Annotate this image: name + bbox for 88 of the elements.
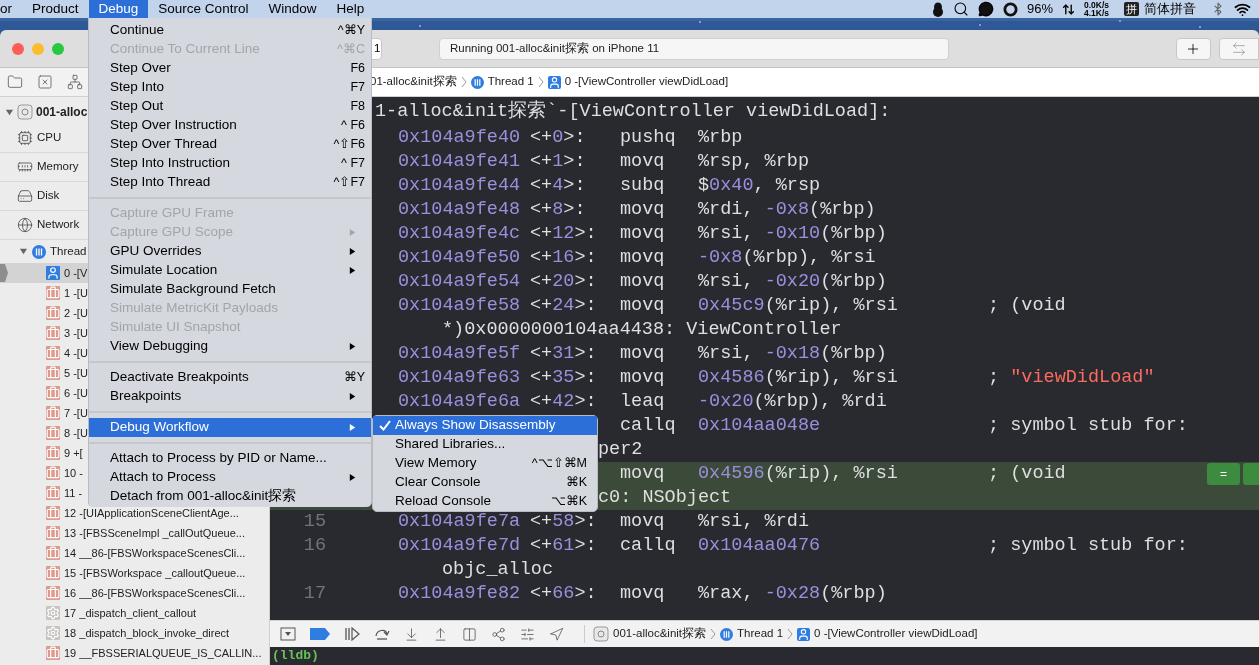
- shortcut-label: ⌘Y: [343, 369, 365, 387]
- instruction-continuation: c0: NSObject: [598, 488, 732, 508]
- instruction-offset: <+66>:: [530, 584, 598, 604]
- instruction-operands: %rdi, -0x8(%rbp): [698, 200, 877, 220]
- instruction-operands: 0x104aa0476: [698, 536, 822, 556]
- instruction-offset: <+42>:: [530, 392, 598, 412]
- instruction-address: 0x104a9fe7a: [397, 512, 522, 532]
- instruction-continuation: per2: [598, 440, 643, 460]
- instruction-operands: -0x8(%rbp), %rsi: [698, 248, 877, 268]
- shortcut-label: F8: [350, 98, 365, 116]
- instruction-offset: <+16>:: [530, 248, 598, 268]
- instruction-opcode: callq: [620, 416, 677, 436]
- instruction-continuation: objc_alloc: [442, 560, 554, 580]
- instruction-operands: %rsi, -0x10(%rbp): [698, 224, 888, 244]
- shortcut-label: ^ F7: [341, 155, 365, 173]
- instruction-operands: %rsp, %rbp: [698, 152, 811, 172]
- instruction-comment: ; (void: [988, 296, 1066, 316]
- instruction-opcode: movq: [620, 152, 666, 172]
- instruction-address: 0x104a9fe40: [397, 128, 522, 148]
- instruction-operands: %rsi, %rdi: [698, 512, 811, 532]
- instruction-address: 0x104a9fe50: [397, 248, 522, 268]
- instruction-comment: ; "viewDidLoad": [988, 368, 1155, 388]
- instruction-operands: %rsi, -0x20(%rbp): [698, 272, 888, 292]
- instruction-opcode: pushq: [620, 128, 677, 148]
- instruction-offset: <+20>:: [530, 272, 598, 292]
- instruction-opcode: movq: [620, 512, 666, 532]
- instruction-comment: ; symbol stub for:: [988, 536, 1188, 556]
- instruction-operands: %rbp: [698, 128, 744, 148]
- instruction-operands: -0x20(%rbp), %rdi: [698, 392, 888, 412]
- shortcut-label: F7: [350, 79, 365, 97]
- instruction-offset: <+35>:: [530, 368, 598, 388]
- download-speed: 4.1K/s: [1083, 9, 1109, 17]
- instruction-address: 0x104a9fe7d: [397, 536, 522, 556]
- instruction-offset: <+0>:: [530, 128, 587, 148]
- shortcut-label: ^⇧F7: [333, 174, 365, 192]
- line-number: 16: [302, 536, 327, 556]
- line-number: 15: [302, 512, 327, 532]
- instruction-opcode: movq: [620, 296, 666, 316]
- instruction-opcode: movq: [620, 248, 666, 268]
- instruction-operands: %rax, -0x28(%rbp): [698, 584, 888, 604]
- instruction-operands: 0x45c9(%rip), %rsi: [698, 296, 899, 316]
- instruction-opcode: movq: [620, 344, 666, 364]
- shortcut-label: ⌘K: [565, 474, 587, 492]
- instruction-opcode: movq: [620, 224, 666, 244]
- instruction-operands: 0x4596(%rip), %rsi: [698, 464, 899, 484]
- instruction-comment: ; symbol stub for:: [988, 416, 1188, 436]
- instruction-opcode: movq: [620, 200, 666, 220]
- instruction-offset: <+31>:: [530, 344, 598, 364]
- instruction-offset: <+8>:: [530, 200, 587, 220]
- instruction-offset: <+12>:: [530, 224, 598, 244]
- shortcut-label: F6: [350, 60, 365, 78]
- instruction-opcode: subq: [620, 176, 666, 196]
- instruction-offset: <+61>:: [530, 536, 598, 556]
- instruction-operands: %rsi, -0x18(%rbp): [698, 344, 888, 364]
- instruction-address: 0x104a9fe63: [397, 368, 522, 388]
- instruction-address: 0x104a9fe54: [397, 272, 522, 292]
- instruction-offset: <+58>:: [530, 512, 598, 532]
- shortcut-label: ^⌘Y: [337, 22, 365, 40]
- instruction-operands: 0x104aa048e: [698, 416, 822, 436]
- instruction-continuation: *)0x0000000104aa4438: ViewController: [442, 320, 842, 340]
- instruction-address: 0x104a9fe5f: [397, 344, 522, 364]
- instruction-address: 0x104a9fe4c: [397, 224, 522, 244]
- function-header: 1-alloc&init探索`-[ViewController viewDidLoad]:: [375, 102, 891, 122]
- instruction-address: 0x104a9fe41: [397, 152, 522, 172]
- instruction-opcode: leaq: [620, 392, 666, 412]
- instruction-offset: <+4>:: [530, 176, 587, 196]
- shortcut-label: ⌥⌘K: [550, 493, 587, 511]
- activity-status-field: Running 001-alloc&init探索 on iPhone 11: [438, 37, 949, 60]
- instruction-opcode: movq: [620, 272, 666, 292]
- shortcut-label: ^⇧F6: [333, 136, 365, 154]
- instruction-offset: <+1>:: [530, 152, 587, 172]
- instruction-comment: ; (void: [988, 464, 1066, 484]
- instruction-offset: <+24>:: [530, 296, 598, 316]
- instruction-opcode: callq: [620, 536, 677, 556]
- instruction-address: 0x104a9fe44: [397, 176, 522, 196]
- instruction-operands: 0x4586(%rip), %rsi: [698, 368, 899, 388]
- shortcut-label: ^ F6: [341, 117, 365, 135]
- instruction-opcode: movq: [620, 584, 666, 604]
- instruction-address: 0x104a9fe6a: [397, 392, 522, 412]
- line-number: 17: [302, 584, 327, 604]
- instruction-operands: $0x40, %rsp: [698, 176, 822, 196]
- instruction-address: 0x104a9fe82: [397, 584, 522, 604]
- instruction-address: 0x104a9fe58: [397, 296, 522, 316]
- instruction-opcode: movq: [620, 368, 666, 388]
- instruction-opcode: movq: [620, 464, 666, 484]
- instruction-address: 0x104a9fe48: [397, 200, 522, 220]
- shortcut-label: ^⌥⇧⌘M: [531, 455, 587, 473]
- upload-speed: 0.0K/s: [1083, 1, 1109, 9]
